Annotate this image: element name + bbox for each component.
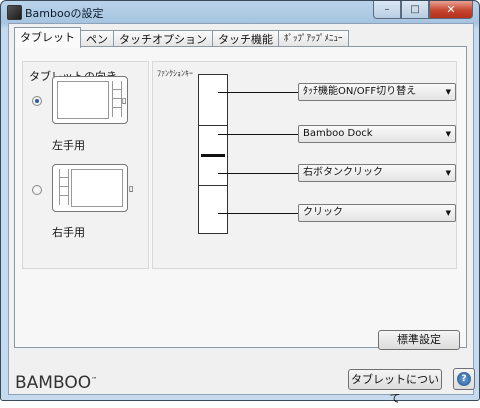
bamboo-logo: BAMBOO™ — [15, 373, 98, 393]
left-hand-radio[interactable] — [32, 96, 42, 106]
dropdown-arrow-icon: ▼ — [445, 88, 451, 96]
function-key-3-dropdown[interactable]: 右ボタンクリック ▼ — [298, 164, 456, 182]
key-divider-mark — [201, 154, 225, 157]
function-keys-group: ﾌｧﾝｸｼｮﾝｷｰ ﾀｯﾁ機能ON/OFF切り替え ▼ Bamboo Dock … — [152, 61, 457, 269]
title-bar[interactable]: Bambooの設定 – □ ✕ — [1, 1, 479, 23]
default-settings-button[interactable]: 標準設定 — [378, 330, 460, 350]
window-title: Bambooの設定 — [25, 7, 104, 20]
about-tablet-button[interactable]: タブレットについて — [348, 369, 442, 405]
settings-window: Bambooの設定 – □ ✕ タブレット ペン タッチオプション タッチ機能 … — [0, 0, 480, 405]
function-key-3-value: 右ボタンクリック — [303, 167, 383, 178]
dropdown-arrow-icon: ▼ — [445, 209, 451, 217]
function-key-1-value: ﾀｯﾁ機能ON/OFF切り替え — [303, 86, 417, 97]
connector-line — [218, 173, 299, 174]
tab-pane-tablet: タブレットの向き ▯ 左手用 — [14, 46, 467, 350]
orientation-group: タブレットの向き ▯ 左手用 — [22, 61, 149, 269]
tab-tablet[interactable]: タブレット — [14, 27, 81, 48]
function-key-2-dropdown[interactable]: Bamboo Dock ▼ — [298, 125, 456, 143]
tab-bar: タブレット ペン タッチオプション タッチ機能 ﾎﾟｯﾌﾟｱｯﾌﾟﾒﾆｭｰ — [14, 27, 349, 48]
close-icon: ✕ — [446, 3, 456, 16]
function-key-1-dropdown[interactable]: ﾀｯﾁ機能ON/OFF切り替え ▼ — [298, 83, 456, 101]
radio-selected-dot — [35, 99, 39, 103]
client-area: タブレット ペン タッチオプション タッチ機能 ﾎﾟｯﾌﾟｱｯﾌﾟﾒﾆｭｰ タブ… — [8, 23, 475, 405]
help-button[interactable]: ? — [453, 368, 475, 390]
connector-line — [218, 213, 299, 214]
maximize-icon: □ — [410, 4, 420, 15]
dropdown-arrow-icon: ▼ — [445, 169, 451, 177]
right-hand-label: 右手用 — [52, 226, 85, 239]
function-key-2-value: Bamboo Dock — [303, 128, 373, 139]
connector-line — [218, 92, 299, 93]
tablet-right-hand-image[interactable]: ▯ — [52, 164, 133, 212]
right-hand-radio[interactable] — [32, 185, 42, 195]
app-icon — [7, 5, 22, 20]
left-hand-label: 左手用 — [52, 139, 85, 152]
help-icon: ? — [457, 372, 471, 386]
minimize-icon: – — [384, 4, 390, 15]
close-button[interactable]: ✕ — [429, 1, 473, 19]
minimize-button[interactable]: – — [373, 1, 401, 19]
function-keys-title: ﾌｧﾝｸｼｮﾝｷｰ — [157, 69, 193, 78]
dropdown-arrow-icon: ▼ — [445, 130, 451, 138]
tablet-left-hand-image[interactable]: ▯ — [52, 76, 128, 124]
function-key-4-dropdown[interactable]: クリック ▼ — [298, 204, 456, 222]
express-key-strip — [198, 74, 228, 234]
connector-line — [218, 134, 299, 135]
maximize-button[interactable]: □ — [401, 1, 429, 19]
function-key-4-value: クリック — [303, 207, 343, 218]
